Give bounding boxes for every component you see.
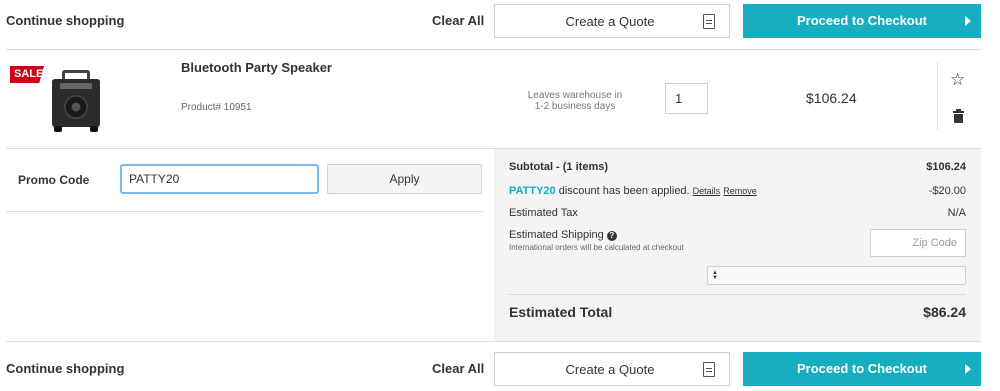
clear-all-link[interactable]: Clear All xyxy=(432,361,484,376)
trash-icon[interactable] xyxy=(953,109,964,123)
shipping-availability: Leaves warehouse in 1-2 business days xyxy=(520,90,630,112)
discount-value: -$20.00 xyxy=(928,185,966,197)
item-price: $106.24 xyxy=(806,90,857,106)
shipping-label: Estimated Shipping xyxy=(509,229,604,241)
create-quote-label: Create a Quote xyxy=(565,362,655,377)
availability-line-2: 1-2 business days xyxy=(534,101,616,112)
shipping-method-select[interactable]: ▲ ▼ xyxy=(707,266,966,285)
divider xyxy=(6,49,981,50)
star-outline-icon[interactable]: ☆ xyxy=(950,71,965,88)
tax-row: Estimated Tax N/A xyxy=(509,207,966,219)
divider xyxy=(6,211,484,212)
order-summary: Subtotal - (1 items) $106.24 PATTY20 dis… xyxy=(494,149,981,341)
divider xyxy=(6,341,981,342)
promo-code-label: Promo Code xyxy=(18,173,90,187)
select-arrows-icon: ▲ ▼ xyxy=(712,270,718,281)
discount-details-link[interactable]: Details xyxy=(693,186,721,196)
checkout-label: Proceed to Checkout xyxy=(796,13,928,28)
subtotal-row: Subtotal - (1 items) $106.24 xyxy=(509,161,966,173)
continue-shopping-link[interactable]: Continue shopping xyxy=(6,13,124,28)
create-quote-label: Create a Quote xyxy=(565,14,655,29)
create-quote-button[interactable]: Create a Quote xyxy=(494,352,730,386)
divider xyxy=(509,294,966,295)
estimated-total-label: Estimated Total xyxy=(509,304,613,320)
discount-remove-link[interactable]: Remove xyxy=(723,186,757,196)
promo-code-input[interactable] xyxy=(120,164,319,194)
proceed-to-checkout-button[interactable]: Proceed to Checkout xyxy=(743,4,981,38)
product-number: Product# 10951 xyxy=(181,102,252,113)
create-quote-button[interactable]: Create a Quote xyxy=(494,4,730,38)
document-icon xyxy=(703,362,715,377)
checkout-label: Proceed to Checkout xyxy=(796,361,928,376)
shipping-note: International orders will be calculated … xyxy=(509,243,684,252)
top-action-bar: Continue shopping Clear All Create a Quo… xyxy=(0,2,1000,40)
tax-value: N/A xyxy=(947,207,966,219)
vertical-divider xyxy=(937,62,938,130)
question-circle-icon[interactable]: ? xyxy=(606,231,617,241)
document-icon xyxy=(703,14,715,29)
continue-shopping-link[interactable]: Continue shopping xyxy=(6,361,124,376)
quantity-input[interactable] xyxy=(665,83,708,114)
bottom-action-bar: Continue shopping Clear All Create a Quo… xyxy=(0,350,1000,388)
apply-promo-button[interactable]: Apply xyxy=(327,164,482,194)
subtotal-label: Subtotal - (1 items) xyxy=(509,161,609,173)
applied-promo-code: PATTY20 xyxy=(509,185,556,197)
caret-right-icon xyxy=(965,16,971,26)
clear-all-link[interactable]: Clear All xyxy=(432,13,484,28)
proceed-to-checkout-button[interactable]: Proceed to Checkout xyxy=(743,352,981,386)
discount-row: PATTY20 discount has been applied. Detai… xyxy=(509,185,966,197)
tax-label: Estimated Tax xyxy=(509,207,578,219)
product-name[interactable]: Bluetooth Party Speaker xyxy=(181,60,332,75)
availability-line-1: Leaves warehouse in xyxy=(527,90,623,101)
sale-badge: SALE xyxy=(10,66,44,83)
product-image[interactable] xyxy=(48,70,104,132)
subtotal-value: $106.24 xyxy=(926,161,966,173)
caret-right-icon xyxy=(965,364,971,374)
zip-code-input[interactable] xyxy=(870,229,966,257)
estimated-total-value: $86.24 xyxy=(923,304,966,320)
discount-message: discount has been applied. xyxy=(555,185,693,197)
